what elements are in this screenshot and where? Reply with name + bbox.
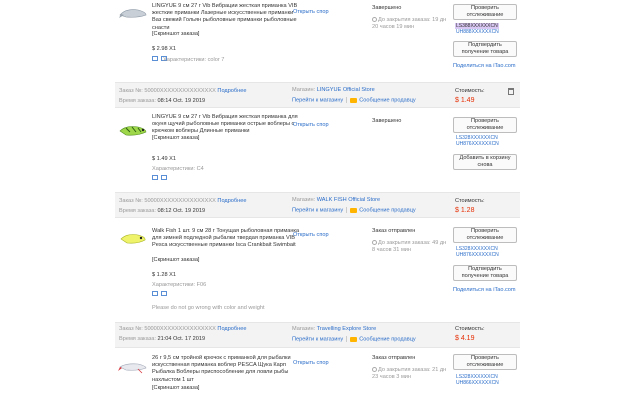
open-dispute-3[interactable]: Открыть спор [293,360,329,366]
countdown-0: До закрытия заказа: 19 дн 20 часов 19 ми… [372,17,447,30]
share-link-2[interactable]: Поделиться на iTao.com [453,287,516,293]
status-0: Завершено [372,5,402,11]
status-2: Заказ отправлен [372,228,416,234]
confirm-receipt-button-0[interactable]: Подтвердить получение товара [453,41,517,57]
order-number-2: Заказ №: 50000XXXXXXXXXXXXXXX Подробнее [119,198,247,204]
confirm-receipt-button-2[interactable]: Подтвердить получение товара [453,265,517,281]
gear-icon[interactable] [152,56,158,61]
go-store-link-2[interactable]: Перейти к магазину [292,207,343,213]
store-1: Магазин: LINGYUE Official Store [292,87,375,93]
envelope-icon[interactable] [161,175,167,180]
open-dispute-1[interactable]: Открыть спор [293,122,329,128]
check-tracking-button-2[interactable]: Проверить отслеживание [453,227,517,243]
cost-label-2: Стоимость: [455,198,485,204]
cost-1: $ 1.49 [455,97,475,104]
status-1: Завершено [372,118,402,124]
snapshot-link-2[interactable]: [Скриншот заказа] [152,257,199,263]
message-seller-link-3[interactable]: Сообщение продавцу [359,336,415,342]
price-0: $ 2.98 X1 [152,46,176,52]
details-link-1[interactable]: Подробнее [217,88,246,94]
trash-icon[interactable] [508,88,514,95]
go-store-link-1[interactable]: Перейти к магазину [292,97,343,103]
order-note-2: Please do not go wrong with color and we… [152,305,265,311]
cost-label-3: Стоимость: [455,326,485,332]
tracking-3[interactable]: LS328XXXXXXCN UH866XXXXXXCN [455,374,500,386]
share-link-0[interactable]: Поделиться на iTao.com [453,63,516,69]
order-header-2 [115,192,520,218]
snapshot-link-1[interactable]: [Скриншот заказа] [152,135,199,141]
clock-icon [372,240,377,246]
message-seller-link-1[interactable]: Сообщение продавцу [359,97,415,103]
lure-image-0[interactable] [118,6,148,20]
snapshot-link-3[interactable]: [Скриншот заказа] [152,385,199,391]
message-icon [350,97,358,103]
go-store-link-3[interactable]: Перейти к магазину [292,336,343,342]
attrs-1: Характеристики: C4 [152,166,204,172]
product-actions-1 [152,175,170,182]
cost-3: $ 4.19 [455,335,475,342]
message-icon [350,207,358,213]
lure-image-1[interactable] [118,124,148,138]
product-title-0[interactable]: LINGYUE 9 см 27 г Vib Вибрации жесткая п… [152,3,300,32]
gear-icon[interactable] [152,291,158,296]
product-title-3[interactable]: 26 г 9,5 см тройной крючок с приманкой д… [152,355,300,384]
tracking-1[interactable]: LS328XXXXXXCN UH876XXXXXXCN [455,135,500,147]
cost-label-1: Стоимость: [455,88,485,94]
store-actions-3: Перейти к магазину Сообщение продавцу [292,336,416,342]
add-to-cart-again-button-1[interactable]: Добавить в корзину снова [453,154,517,170]
snapshot-link-0[interactable]: [Скриншот заказа] [152,31,199,37]
check-tracking-button-0[interactable]: Проверить отслеживание [453,4,517,20]
check-tracking-button-1[interactable]: Проверить отслеживание [453,117,517,133]
lure-image-2[interactable] [118,232,148,246]
price-2: $ 1.28 X1 [152,272,176,278]
open-dispute-0[interactable]: Открыть спор [293,9,329,15]
attrs-2: Характеристики: F06 [152,282,207,288]
order-time-3: Время заказа: 21:04 Oct. 17 2019 [119,336,206,342]
details-link-2[interactable]: Подробнее [217,198,246,204]
open-dispute-2[interactable]: Открыть спор [293,232,329,238]
countdown-3: До закрытия заказа: 21 дн 23 часов 3 мин [372,367,447,380]
tracking-0[interactable]: LS388XXXXXXCN UH888XXXXXXCN [455,23,500,35]
gear-icon[interactable] [152,175,158,180]
check-tracking-button-3[interactable]: Проверить отслеживание [453,354,517,370]
order-number-1: Заказ №: 50000XXXXXXXXXXXXXXX Подробнее [119,88,247,94]
store-3: Магазин: Travelling Explore Store [292,326,377,332]
price-1: $ 1.49 X1 [152,156,176,162]
clock-icon [372,17,377,23]
lure-image-3[interactable] [118,360,148,374]
product-actions-2 [152,291,170,298]
message-icon [350,336,358,342]
envelope-icon[interactable] [161,291,167,296]
order-header-1 [115,82,520,108]
status-3: Заказ отправлен [372,355,416,361]
message-seller-link-2[interactable]: Сообщение продавцу [359,207,415,213]
attrs-0: Характеристики: color 7 [163,57,225,63]
countdown-2: До закрытия заказа: 49 дн 8 часов 31 мин [372,240,447,253]
order-number-3: Заказ №: 50000XXXXXXXXXXXXXXX Подробнее [119,326,247,332]
store-actions-2: Перейти к магазину Сообщение продавцу [292,207,416,213]
cost-2: $ 1.28 [455,207,475,214]
details-link-3[interactable]: Подробнее [217,326,246,332]
tracking-2[interactable]: LS328XXXXXXCN UH876XXXXXXCN [455,246,500,258]
clock-icon [372,367,377,373]
order-time-2: Время заказа: 08:12 Oct. 19 2019 [119,208,206,214]
product-title-2[interactable]: Walk Fish 1 шт. 9 см 28 г Тонущая рыболо… [152,228,300,250]
order-time-1: Время заказа: 08:14 Oct. 19 2019 [119,98,206,104]
store-actions-1: Перейти к магазину Сообщение продавцу [292,97,416,103]
store-2: Магазин: WALK FISH Official Store [292,197,381,203]
product-title-1[interactable]: LINGYUE 9 см 27 г Vib Вибрация жесткая п… [152,114,300,136]
